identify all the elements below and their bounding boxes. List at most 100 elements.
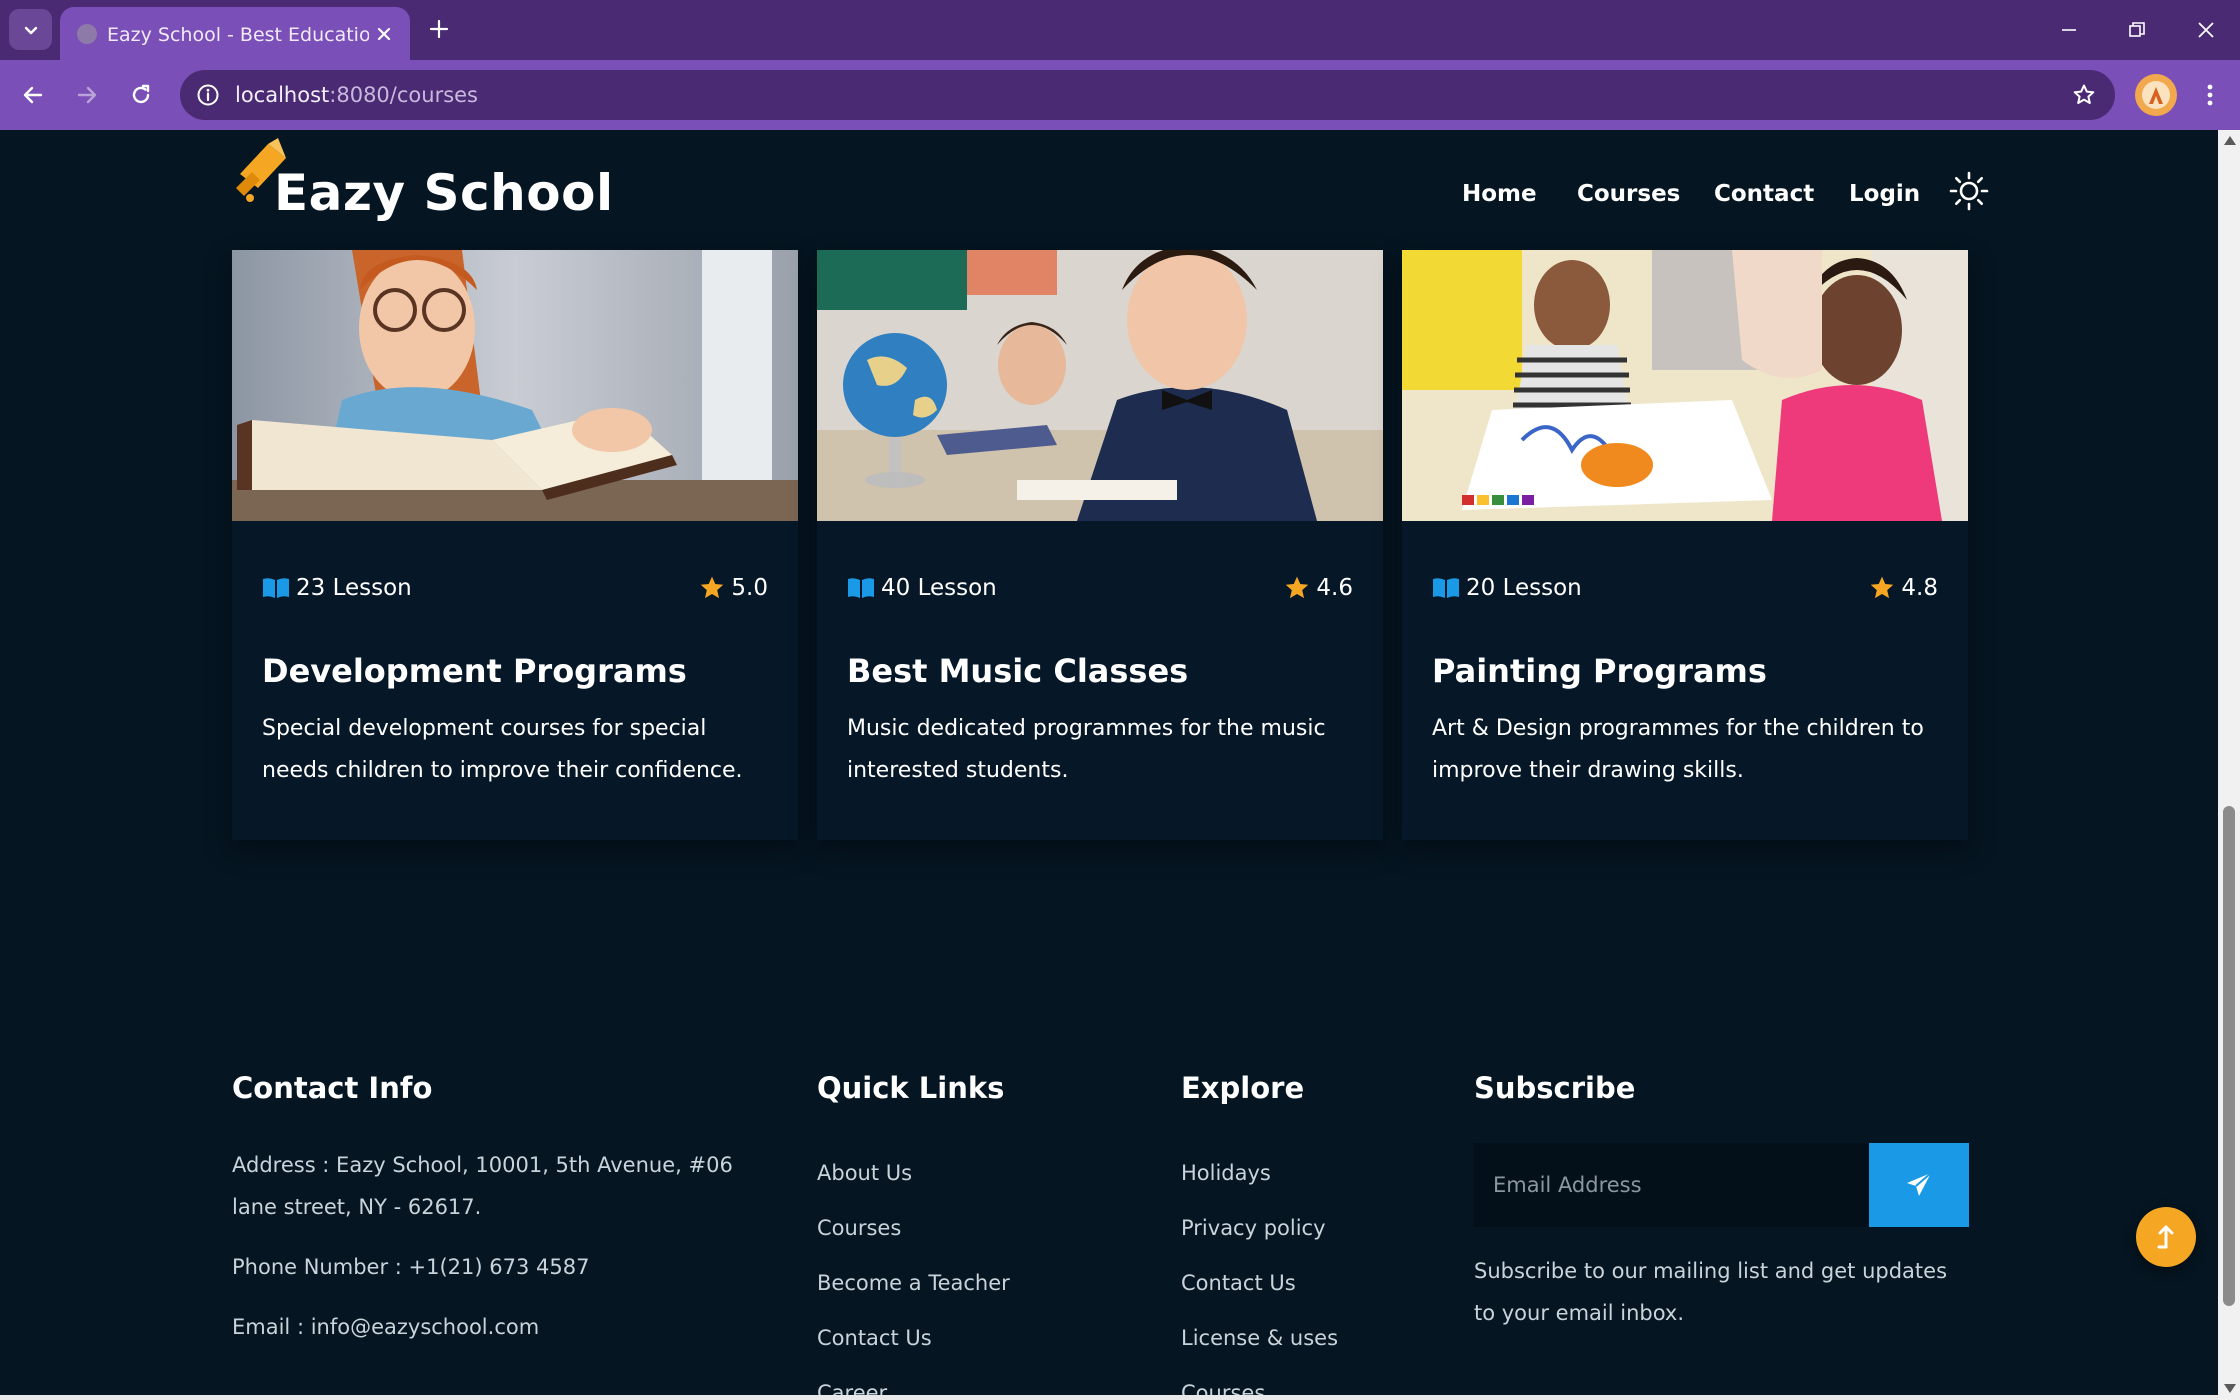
profile-avatar-icon	[2142, 81, 2170, 109]
url-text: localhost:8080/courses	[235, 79, 478, 111]
address-bar[interactable]: localhost:8080/courses	[180, 70, 2115, 120]
quick-links-list: About Us Courses Become a Teacher Contac…	[817, 1146, 1010, 1400]
lesson-count-text: 40 Lesson	[881, 575, 997, 601]
back-arrow-icon	[23, 86, 43, 104]
reload-icon	[132, 84, 150, 104]
course-rating: 5.0	[699, 570, 768, 606]
tab-search-button[interactable]	[9, 9, 52, 50]
course-rating: 4.8	[1869, 570, 1938, 606]
lesson-count-text: 23 Lesson	[296, 575, 412, 601]
subscribe-send-button[interactable]	[1869, 1143, 1969, 1227]
browser-toolbar: localhost:8080/courses	[0, 60, 2240, 130]
nav-home[interactable]: Home	[1462, 174, 1537, 214]
restore-button[interactable]	[2115, 10, 2159, 50]
link-license-uses[interactable]: License & uses	[1181, 1311, 1338, 1366]
course-title[interactable]: Best Music Classes	[847, 650, 1188, 692]
course-description: Art & Design programmes for the children…	[1432, 716, 1924, 783]
site-info-button[interactable]	[192, 79, 224, 111]
course-card[interactable]: 20 Lesson 4.8 Painting Programs Art & De…	[1402, 250, 1968, 840]
site-header: Eazy School Home Courses Contact Login	[0, 130, 2218, 250]
restore-icon	[2129, 22, 2145, 37]
nav-contact[interactable]: Contact	[1714, 174, 1814, 214]
contact-address: Address : Eazy School, 10001, 5th Avenue…	[232, 1153, 733, 1219]
rating-value: 4.8	[1901, 575, 1938, 601]
course-title[interactable]: Painting Programs	[1432, 650, 1767, 692]
tab-title: Eazy School - Best Educational I	[107, 24, 369, 46]
book-icon	[848, 578, 874, 598]
star-icon	[1871, 576, 1894, 599]
bookmark-star-icon	[2073, 84, 2095, 104]
course-title[interactable]: Development Programs	[262, 650, 687, 692]
link-become-teacher[interactable]: Become a Teacher	[817, 1256, 1010, 1311]
forward-button[interactable]	[67, 75, 107, 115]
back-to-top-button[interactable]	[2136, 1207, 2196, 1267]
footer-heading-subscribe: Subscribe	[1474, 1071, 1636, 1105]
sun-icon	[1949, 171, 1989, 211]
course-meta: 23 Lesson 5.0	[262, 570, 768, 606]
bookmark-button[interactable]	[2068, 79, 2100, 111]
course-card[interactable]: 23 Lesson 5.0 Development Programs Speci…	[232, 250, 798, 840]
nav-login[interactable]: Login	[1849, 174, 1920, 214]
browser-tab-active[interactable]: Eazy School - Best Educational I	[60, 7, 410, 60]
theme-toggle-button[interactable]	[1948, 170, 1990, 212]
link-courses[interactable]: Courses	[817, 1201, 1010, 1256]
back-button[interactable]	[13, 75, 53, 115]
footer-subscribe: Subscribe Subscribe to our mailing list …	[1474, 1070, 1994, 1325]
scrollbar-thumb[interactable]	[2223, 806, 2235, 1306]
tab-search-icon	[24, 26, 37, 34]
course-image-music-boy	[817, 250, 1383, 521]
minimize-icon	[2062, 29, 2076, 31]
kebab-menu-icon	[2207, 84, 2213, 106]
nav-courses[interactable]: Courses	[1577, 174, 1680, 214]
page-viewport: Eazy School Home Courses Contact Login 2…	[0, 130, 2218, 1400]
browser-menu-button[interactable]	[2190, 75, 2230, 115]
footer-heading-contact: Contact Info	[232, 1071, 433, 1105]
send-icon	[1907, 1172, 1932, 1196]
close-icon	[2198, 22, 2214, 38]
main-nav: Home Courses Contact Login	[0, 174, 2218, 214]
minimize-button[interactable]	[2047, 10, 2091, 50]
rating-value: 5.0	[731, 575, 768, 601]
course-meta: 20 Lesson 4.8	[1432, 570, 1938, 606]
tab-close-button[interactable]	[370, 20, 398, 48]
link-contact-us[interactable]: Contact Us	[817, 1311, 1010, 1366]
close-window-button[interactable]	[2184, 10, 2228, 50]
scroll-down-arrow-icon[interactable]	[2224, 1384, 2236, 1393]
star-icon	[701, 576, 724, 599]
new-tab-button[interactable]	[424, 14, 454, 44]
footer-contact-info: Contact Info Address : Eazy School, 1000…	[232, 1070, 772, 1339]
footer-heading-explore: Explore	[1181, 1071, 1305, 1105]
page-scrollbar[interactable]	[2218, 130, 2240, 1400]
course-description: Special development courses for special …	[262, 716, 743, 783]
lesson-count: 20 Lesson	[1432, 570, 1582, 606]
footer-heading-quick-links: Quick Links	[817, 1071, 1005, 1105]
rating-value: 4.6	[1316, 575, 1353, 601]
url-host: localhost	[235, 83, 330, 107]
course-card[interactable]: 40 Lesson 4.6 Best Music Classes Music d…	[817, 250, 1383, 840]
course-rating: 4.6	[1284, 570, 1353, 606]
footer-explore: Explore Holidays Privacy policy Contact …	[1181, 1070, 1441, 1400]
close-icon	[377, 27, 391, 41]
lesson-count: 23 Lesson	[262, 570, 412, 606]
link-privacy-policy[interactable]: Privacy policy	[1181, 1201, 1338, 1256]
site-info-icon	[197, 84, 219, 106]
reload-button[interactable]	[121, 75, 161, 115]
lesson-count-text: 20 Lesson	[1466, 575, 1582, 601]
profile-button[interactable]	[2135, 74, 2177, 116]
browser-tab-strip: Eazy School - Best Educational I	[0, 0, 2240, 60]
email-input[interactable]	[1474, 1143, 1869, 1227]
link-holidays[interactable]: Holidays	[1181, 1146, 1338, 1201]
link-contact-us[interactable]: Contact Us	[1181, 1256, 1338, 1311]
book-icon	[263, 578, 289, 598]
course-meta: 40 Lesson 4.6	[847, 570, 1353, 606]
window-bottom-edge	[0, 1395, 2218, 1400]
scroll-up-arrow-icon[interactable]	[2224, 136, 2236, 145]
tab-favicon-icon	[77, 24, 97, 44]
book-icon	[1433, 578, 1459, 598]
link-about-us[interactable]: About Us	[817, 1146, 1010, 1201]
plus-icon	[429, 19, 449, 39]
course-image-reading-girl	[232, 250, 798, 521]
star-icon	[1286, 576, 1309, 599]
subscribe-form	[1474, 1143, 1969, 1227]
url-path: :8080/courses	[329, 83, 478, 107]
